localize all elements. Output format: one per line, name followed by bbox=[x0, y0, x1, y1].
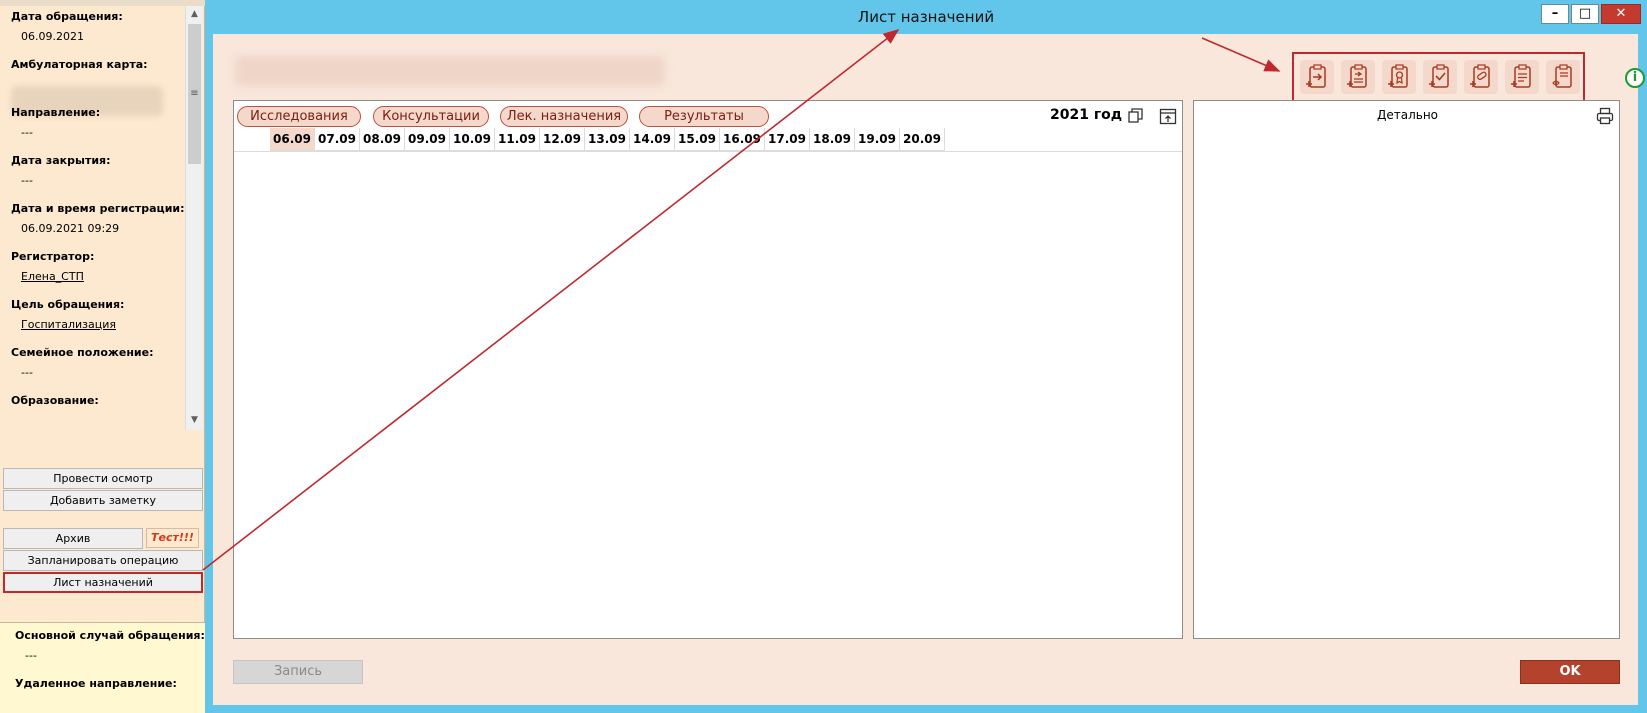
test-badge: Тест!!! bbox=[146, 528, 199, 548]
date-cell[interactable]: 19.09 bbox=[855, 128, 900, 151]
date-cell[interactable]: 11.09 bbox=[495, 128, 540, 151]
date-cell[interactable]: 20.09 bbox=[900, 128, 945, 151]
field-label: Дата обращения: bbox=[11, 10, 123, 23]
clipboard-pill-icon bbox=[1470, 64, 1490, 88]
clipboard-text-icon bbox=[1511, 64, 1531, 88]
maximize-icon[interactable]: □ bbox=[1571, 4, 1599, 24]
patient-fields-area: Дата обращения: 06.09.2021 Амбулаторная … bbox=[0, 6, 205, 430]
add-referral-button[interactable] bbox=[1300, 60, 1334, 94]
field-marital-status: Семейное положение: --- bbox=[11, 346, 154, 379]
field-close-date: Дата закрытия: --- bbox=[11, 154, 111, 187]
calendar-export-icon[interactable] bbox=[1159, 107, 1177, 125]
tab-results[interactable]: Результаты bbox=[639, 106, 769, 127]
add-checked-button[interactable] bbox=[1423, 60, 1457, 94]
field-label: Цель обращения: bbox=[11, 298, 125, 311]
view-list-button[interactable] bbox=[1546, 60, 1580, 94]
field-label: Амбулаторная карта: bbox=[11, 58, 148, 71]
minimize-icon[interactable]: – bbox=[1541, 4, 1569, 24]
date-cell[interactable]: 09.09 bbox=[405, 128, 450, 151]
archive-button[interactable]: Архив bbox=[3, 528, 143, 549]
date-cell[interactable]: 16.09 bbox=[720, 128, 765, 151]
clipboard-list-arrow-icon bbox=[1347, 64, 1367, 88]
date-cell[interactable]: 08.09 bbox=[360, 128, 405, 151]
tab-consultations[interactable]: Консультации bbox=[373, 106, 489, 127]
date-cell[interactable]: 07.09 bbox=[315, 128, 360, 151]
field-remote-referral: Удаленное направление: bbox=[15, 677, 177, 691]
grip-icon: ≡ bbox=[190, 88, 199, 99]
field-label: Направление: bbox=[11, 106, 101, 119]
field-label: Удаленное направление: bbox=[15, 677, 177, 690]
field-visit-purpose: Цель обращения: Госпитализация bbox=[11, 298, 125, 331]
field-referral: Направление: --- bbox=[11, 106, 101, 139]
clipboard-check-icon bbox=[1429, 64, 1449, 88]
date-cell[interactable]: 17.09 bbox=[765, 128, 810, 151]
field-label: Дата и время регистрации: bbox=[11, 202, 185, 215]
date-cell[interactable]: 14.09 bbox=[630, 128, 675, 151]
copy-icon[interactable] bbox=[1127, 107, 1145, 125]
left-scrollbar[interactable]: ▲ ≡ ▼ bbox=[185, 6, 202, 430]
prescription-sheet-button[interactable]: Лист назначений bbox=[3, 572, 203, 593]
add-note-button[interactable]: Добавить заметку bbox=[3, 490, 203, 511]
ok-button[interactable]: OK bbox=[1520, 660, 1620, 684]
add-consultation-button[interactable] bbox=[1341, 60, 1375, 94]
add-lines-button[interactable] bbox=[1505, 60, 1539, 94]
field-label: Регистратор: bbox=[11, 250, 95, 263]
date-cell[interactable]: 18.09 bbox=[810, 128, 855, 151]
add-medication-button[interactable] bbox=[1382, 60, 1416, 94]
field-value: --- bbox=[21, 126, 33, 139]
patient-info-panel: Дата обращения: 06.09.2021 Амбулаторная … bbox=[0, 0, 205, 713]
field-value: --- bbox=[21, 366, 33, 379]
divider bbox=[234, 151, 1182, 152]
prescription-toolbar bbox=[1292, 52, 1585, 102]
year-label: 2021 год bbox=[1050, 107, 1123, 123]
exam-button[interactable]: Провести осмотр bbox=[3, 468, 203, 489]
field-value: 06.09.2021 bbox=[21, 30, 84, 43]
clipboard-medal-icon bbox=[1388, 64, 1408, 88]
tab-research[interactable]: Исследования bbox=[237, 106, 361, 127]
tab-medications[interactable]: Лек. назначения bbox=[500, 106, 628, 127]
field-visit-date: Дата обращения: 06.09.2021 bbox=[11, 10, 123, 43]
field-outpatient-card: Амбулаторная карта: bbox=[11, 58, 148, 72]
field-label: Основной случай обращения: bbox=[15, 629, 205, 642]
clipboard-eye-icon bbox=[1552, 64, 1572, 88]
field-label: Семейное положение: bbox=[11, 346, 154, 359]
plan-operation-button[interactable]: Запланировать операцию bbox=[3, 550, 203, 571]
field-education: Образование: bbox=[11, 394, 99, 408]
redacted-patient-name bbox=[235, 56, 665, 86]
schedule-panel: Исследования Консультации Лек. назначени… bbox=[233, 100, 1183, 639]
info-icon[interactable]: i bbox=[1625, 68, 1645, 88]
case-info-area: Основной случай обращения: --- Удаленное… bbox=[0, 622, 205, 713]
date-cell[interactable]: 06.09 bbox=[270, 128, 315, 151]
visit-purpose-link[interactable]: Госпитализация bbox=[21, 318, 116, 331]
date-cell[interactable]: 13.09 bbox=[585, 128, 630, 151]
field-value: --- bbox=[21, 174, 33, 187]
scroll-down-icon[interactable]: ▼ bbox=[186, 412, 203, 429]
field-registration-datetime: Дата и время регистрации: 06.09.2021 09:… bbox=[11, 202, 185, 235]
field-value: --- bbox=[25, 649, 37, 662]
dialog-titlebar[interactable]: Лист назначений – □ ✕ bbox=[205, 0, 1647, 34]
print-icon[interactable] bbox=[1596, 107, 1614, 125]
clipboard-arrow-icon bbox=[1306, 64, 1326, 88]
field-registrar: Регистратор: Елена_СТП bbox=[11, 250, 95, 283]
close-icon[interactable]: ✕ bbox=[1601, 4, 1641, 24]
registrar-link[interactable]: Елена_СТП bbox=[21, 270, 84, 283]
field-value: 06.09.2021 09:29 bbox=[21, 222, 120, 235]
dialog-title: Лист назначений bbox=[857, 8, 995, 26]
scroll-up-icon[interactable]: ▲ bbox=[186, 6, 203, 23]
detail-title: Детально bbox=[1376, 108, 1439, 122]
detail-panel: Детально bbox=[1193, 100, 1620, 639]
record-button[interactable]: Запись bbox=[233, 660, 363, 684]
date-cell[interactable]: 12.09 bbox=[540, 128, 585, 151]
date-header-row: 06.09 07.09 08.09 09.09 10.09 11.09 12.0… bbox=[270, 128, 945, 151]
date-cell[interactable]: 15.09 bbox=[675, 128, 720, 151]
field-label: Дата закрытия: bbox=[11, 154, 111, 167]
field-main-case: Основной случай обращения: --- bbox=[15, 629, 205, 662]
date-cell[interactable]: 10.09 bbox=[450, 128, 495, 151]
field-label: Образование: bbox=[11, 394, 99, 407]
add-pill-button[interactable] bbox=[1464, 60, 1498, 94]
